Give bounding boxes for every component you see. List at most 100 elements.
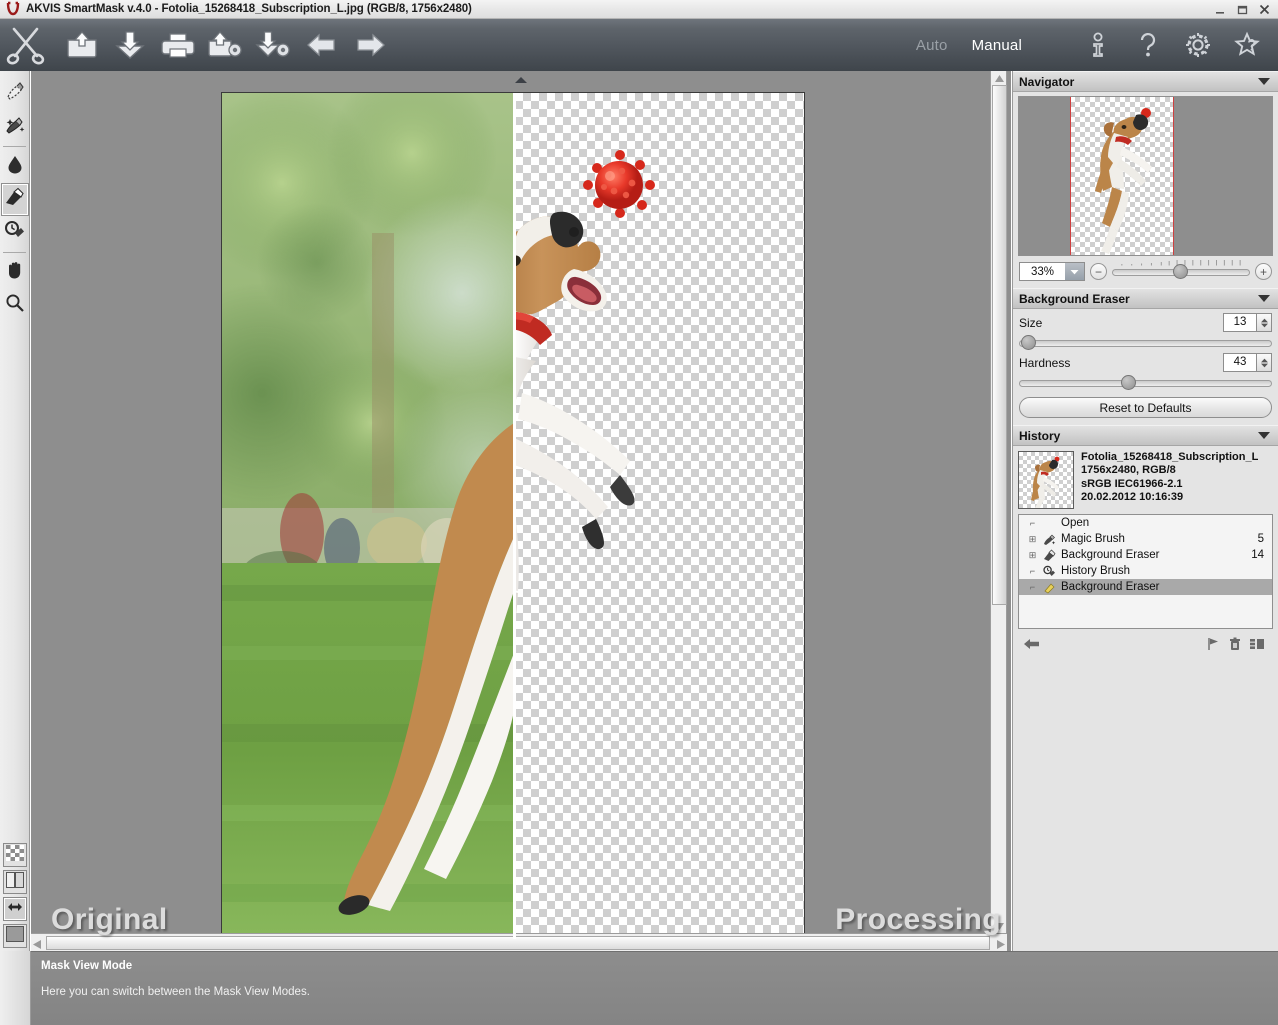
left-right-arrows-icon	[6, 900, 24, 919]
chevron-down-icon[interactable]	[1258, 432, 1270, 439]
navigator-image	[1070, 97, 1174, 256]
size-value[interactable]: 13	[1223, 313, 1257, 332]
print-button[interactable]	[154, 22, 202, 68]
history-step-back-button[interactable]	[1021, 635, 1043, 653]
tool-background-eraser[interactable]	[1, 183, 29, 216]
zoom-slider[interactable]	[1112, 263, 1250, 280]
history-dog-thumb	[1019, 452, 1073, 508]
canvas-vertical-scrollbar[interactable]	[990, 71, 1007, 933]
title-bar: AKVIS SmartMask v.4.0 - Fotolia_15268418…	[0, 0, 1278, 19]
background-eraser-panel-header[interactable]: Background Eraser	[1013, 288, 1278, 309]
hardness-slider[interactable]	[1013, 372, 1278, 389]
size-slider-thumb[interactable]	[1021, 335, 1036, 350]
zoom-in-button[interactable]: +	[1255, 263, 1272, 280]
navigator-panel-header[interactable]: Navigator	[1013, 71, 1278, 92]
hardness-stepper[interactable]: 43	[1223, 353, 1272, 372]
load-settings-button[interactable]	[202, 22, 250, 68]
dog-cutout	[515, 212, 635, 935]
tool-separator	[3, 252, 26, 253]
history-item-label: Background Eraser	[1061, 549, 1159, 561]
chevron-down-icon[interactable]	[1258, 295, 1270, 302]
info-person-icon[interactable]	[1078, 25, 1118, 65]
restore-icon[interactable]	[1236, 3, 1249, 16]
eraser-brush-icon	[4, 187, 26, 212]
history-color-profile: sRGB IEC61966-2.1	[1081, 478, 1258, 491]
close-icon[interactable]	[1258, 3, 1271, 16]
history-delete-button[interactable]	[1224, 635, 1246, 653]
history-thumbnail[interactable]	[1018, 451, 1074, 509]
canvas-collapse-handle[interactable]	[510, 71, 532, 80]
size-slider[interactable]	[1013, 332, 1278, 349]
view-split-button[interactable]	[3, 870, 27, 894]
hardness-row: Hardness 43	[1013, 349, 1278, 372]
tool-history-brush[interactable]	[1, 216, 29, 249]
history-panel-header[interactable]: History	[1013, 425, 1278, 446]
tree-marker: ⌐	[1027, 566, 1038, 576]
hardness-spinner-arrows[interactable]	[1257, 353, 1272, 372]
label-processing: Processing	[835, 903, 1001, 937]
open-image-button[interactable]	[58, 22, 106, 68]
magic-brush-sparkle-icon	[4, 113, 26, 140]
reset-to-defaults-button[interactable]: Reset to Defaults	[1019, 397, 1272, 418]
gear-icon[interactable]	[1178, 25, 1218, 65]
history-item-history-brush[interactable]: ⌐ History Brush	[1019, 563, 1272, 579]
hardness-label: Hardness	[1019, 356, 1070, 370]
view-transparency-button[interactable]	[3, 843, 27, 867]
size-stepper[interactable]: 13	[1223, 313, 1272, 332]
image-compare-splitter[interactable]	[513, 92, 516, 940]
scroll-up-arrow-icon[interactable]	[992, 71, 1007, 85]
image-canvas[interactable]: Original Processing	[31, 71, 1011, 951]
history-item-label: History Brush	[1061, 565, 1130, 577]
tool-hand[interactable]	[1, 256, 29, 289]
zoom-slider-thumb[interactable]	[1173, 264, 1188, 279]
chevron-down-icon[interactable]	[1258, 78, 1270, 85]
horizontal-scroll-thumb[interactable]	[46, 936, 990, 950]
zoom-controls: 33% − +	[1013, 256, 1278, 288]
history-item-open[interactable]: ⌐ Open	[1019, 515, 1272, 531]
history-play-button[interactable]	[1202, 635, 1224, 653]
status-description: Here you can switch between the Mask Vie…	[41, 986, 1268, 998]
tool-zoom[interactable]	[1, 289, 29, 322]
tree-marker: ⌐	[1027, 582, 1038, 592]
undo-button[interactable]	[298, 22, 346, 68]
history-list[interactable]: ⌐ Open ⊞ Magic Brush 5 ⊞	[1018, 514, 1273, 629]
image-compare-area[interactable]	[221, 92, 805, 940]
tool-quick-selection-brush[interactable]	[1, 77, 29, 110]
view-swap-button[interactable]	[3, 897, 27, 921]
history-item-count: 14	[1251, 549, 1272, 561]
expand-toggle-icon[interactable]: ⊞	[1027, 550, 1038, 561]
history-dimensions: 1756x2480, RGB/8	[1081, 464, 1258, 477]
expand-toggle-icon[interactable]: ⊞	[1027, 534, 1038, 545]
size-spinner-arrows[interactable]	[1257, 313, 1272, 332]
status-left-filler	[0, 951, 31, 1025]
application-window: AKVIS SmartMask v.4.0 - Fotolia_15268418…	[0, 0, 1278, 1025]
water-drop-icon	[5, 153, 25, 180]
zoom-level-combobox[interactable]: 33%	[1019, 262, 1085, 281]
redo-button[interactable]	[346, 22, 394, 68]
magnifier-icon	[4, 292, 26, 319]
view-single-button[interactable]	[3, 924, 27, 948]
history-title: History	[1019, 429, 1060, 443]
mode-manual-button[interactable]: Manual	[960, 37, 1034, 54]
history-item-count: 5	[1258, 533, 1272, 545]
save-settings-button[interactable]	[250, 22, 298, 68]
chevron-down-icon[interactable]	[1065, 263, 1084, 280]
status-title: Mask View Mode	[41, 960, 1268, 972]
mode-auto-button[interactable]: Auto	[904, 37, 960, 54]
minimize-icon[interactable]	[1214, 3, 1227, 16]
history-item-background-eraser-1[interactable]: ⊞ Background Eraser 14	[1019, 547, 1272, 563]
vertical-scroll-thumb[interactable]	[992, 85, 1007, 605]
size-label: Size	[1019, 316, 1042, 330]
hardness-slider-thumb[interactable]	[1121, 375, 1136, 390]
history-item-background-eraser-2[interactable]: ⌐ Background Eraser	[1019, 579, 1272, 595]
history-snapshot-button[interactable]	[1246, 635, 1268, 653]
zoom-out-button[interactable]: −	[1090, 263, 1107, 280]
history-item-magic-brush[interactable]: ⊞ Magic Brush 5	[1019, 531, 1272, 547]
tool-magic-brush[interactable]	[1, 110, 29, 143]
save-image-button[interactable]	[106, 22, 154, 68]
star-question-icon[interactable]	[1228, 25, 1268, 65]
navigator-thumbnail[interactable]	[1018, 96, 1273, 256]
hardness-value[interactable]: 43	[1223, 353, 1257, 372]
tool-blob-drop[interactable]	[1, 150, 29, 183]
question-mark-icon[interactable]	[1128, 25, 1168, 65]
